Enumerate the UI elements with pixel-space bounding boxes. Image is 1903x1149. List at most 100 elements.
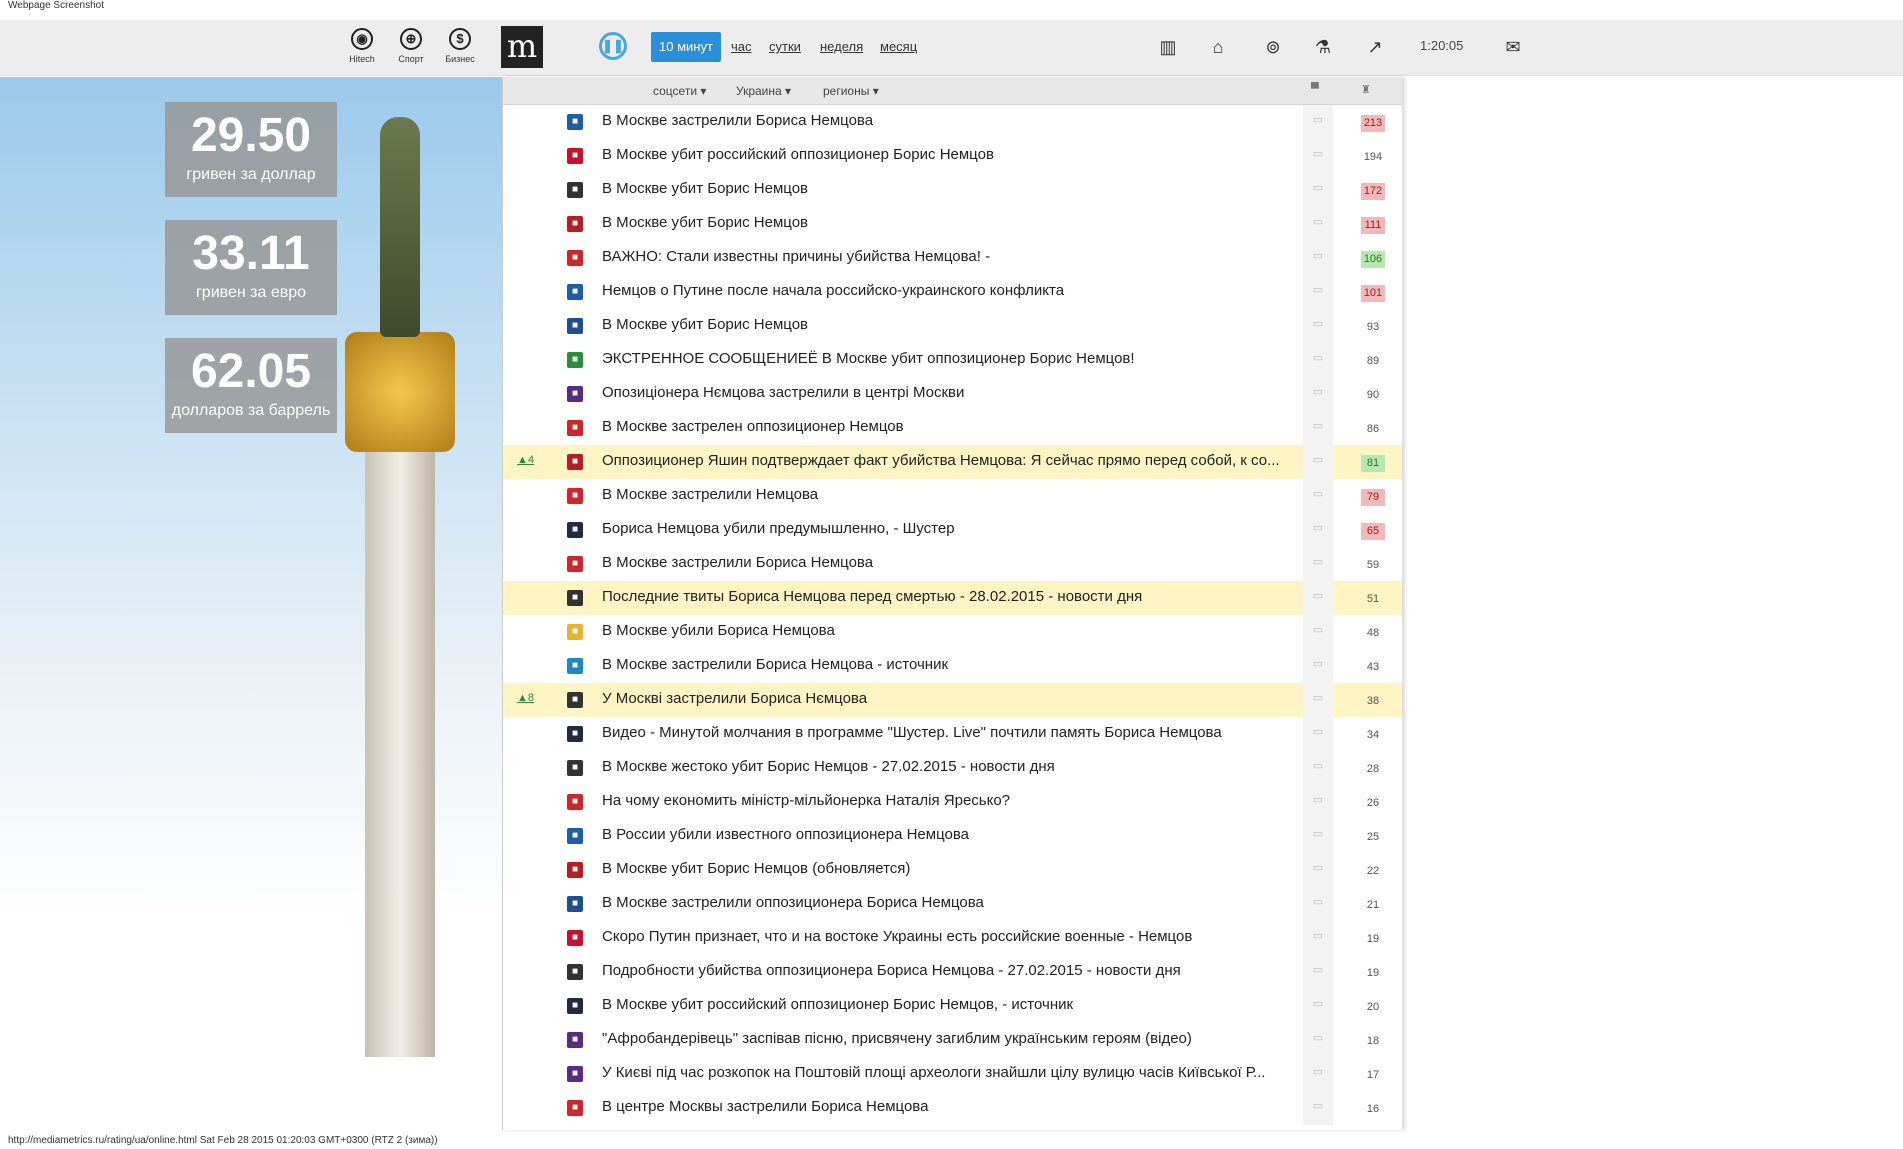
period-month[interactable]: месяц [880, 32, 917, 62]
period-10min[interactable]: 10 минут [651, 32, 721, 62]
news-title-link[interactable]: В Москве застрелен оппозиционер Немцов [602, 418, 1292, 435]
news-title-link[interactable]: ЭКСТРЕННОЕ СООБЩЕНИЕЁ В Москве убит оппо… [602, 350, 1292, 367]
news-title-link[interactable]: У Москві застрелили Бориса Нємцова [602, 690, 1292, 707]
comment-icon[interactable]: ▭ [1303, 989, 1333, 1023]
comment-icon[interactable]: ▭ [1303, 411, 1333, 445]
trend-chart-icon[interactable]: ↗ [1362, 34, 1388, 60]
news-title-link[interactable]: В Москве убит Борис Немцов (обновляется) [602, 860, 1292, 877]
comment-icon[interactable]: ▭ [1303, 241, 1333, 275]
comment-icon[interactable]: ▭ [1303, 1091, 1333, 1125]
news-row[interactable]: ■ Немцов о Путине после начала российско-… [503, 275, 1402, 309]
news-row[interactable]: ■ Опозиціонера Нємцова застрелили в центр… [503, 377, 1402, 411]
filter-socials[interactable]: соцсети ▾ [653, 84, 706, 98]
news-row[interactable]: ■ В центре Москвы застрелили Бориса Немцо… [503, 1091, 1402, 1125]
news-row[interactable]: ■ У Києві під час розкопок на Поштовій пл… [503, 1057, 1402, 1091]
comment-icon[interactable]: ▭ [1303, 513, 1333, 547]
news-row[interactable]: ■ В Москве застрелили оппозиционера Борис… [503, 887, 1402, 921]
news-title-link[interactable]: "Афробандерівець" заспівав пісню, присвя… [602, 1030, 1292, 1047]
rank-change[interactable]: ▲8 [517, 692, 534, 704]
news-title-link[interactable]: На чому економить міністр-мільйонерка На… [602, 792, 1292, 809]
news-row[interactable]: ■ Видео - Минутой молчания в программе "Ш… [503, 717, 1402, 751]
pause-button[interactable]: ❚❚ [599, 32, 627, 60]
news-row[interactable]: ■ В Москве убит российский оппозиционер Б… [503, 989, 1402, 1023]
comment-icon[interactable]: ▭ [1303, 683, 1333, 717]
comment-icon[interactable]: ▭ [1303, 445, 1333, 479]
comment-icon[interactable]: ▭ [1303, 377, 1333, 411]
site-logo[interactable]: m [501, 26, 543, 68]
comment-icon[interactable]: ▭ [1303, 547, 1333, 581]
comment-icon[interactable]: ▭ [1303, 887, 1333, 921]
news-title-link[interactable]: В Москве убит российский оппозиционер Бо… [602, 146, 1292, 163]
comment-icon[interactable]: ▭ [1303, 819, 1333, 853]
category-hitech[interactable]: ◉ Hitech [342, 28, 382, 64]
filter-ukraine[interactable]: Украина ▾ [736, 84, 791, 98]
news-title-link[interactable]: В Москве убит Борис Немцов [602, 214, 1292, 231]
news-title-link[interactable]: ВАЖНО: Стали известны причины убийства Н… [602, 248, 1292, 265]
comment-icon[interactable]: ▭ [1303, 139, 1333, 173]
news-title-link[interactable]: Подробности убийства оппозиционера Борис… [602, 962, 1292, 979]
news-row[interactable]: ■ В Москве застрелили Немцова ▭ 79 [503, 479, 1402, 513]
comment-icon[interactable]: ▭ [1303, 955, 1333, 989]
comment-icon[interactable]: ▭ [1303, 479, 1333, 513]
news-row[interactable]: ■ В России убили известного оппозиционера… [503, 819, 1402, 853]
news-row[interactable]: ■ Бориса Немцова убили предумышленно, - Ш… [503, 513, 1402, 547]
news-title-link[interactable]: Последние твиты Бориса Немцова перед сме… [602, 588, 1292, 605]
comment-icon[interactable]: ▭ [1303, 207, 1333, 241]
news-row[interactable]: ▲4 ■ Оппозиционер Яшин подтверждает факт у… [503, 445, 1402, 479]
news-row[interactable]: ■ ЭКСТРЕННОЕ СООБЩЕНИЕЁ В Москве убит опп… [503, 343, 1402, 377]
news-row[interactable]: ■ В Москве убит Борис Немцов (обновляется… [503, 853, 1402, 887]
news-row[interactable]: ■ В Москве убили Бориса Немцова ▭ 48 [503, 615, 1402, 649]
news-row[interactable]: ■ Последние твиты Бориса Немцова перед см… [503, 581, 1402, 615]
bicycle-icon[interactable]: ⊚ [1260, 34, 1286, 60]
comment-icon[interactable]: ▭ [1303, 717, 1333, 751]
comment-icon[interactable]: ▭ [1303, 785, 1333, 819]
news-title-link[interactable]: В Москве застрелили оппозиционера Бориса… [602, 894, 1292, 911]
comment-icon[interactable]: ▭ [1303, 751, 1333, 785]
comment-icon[interactable]: ▭ [1303, 1023, 1333, 1057]
columns-icon[interactable]: ▥ [1155, 34, 1181, 60]
news-title-link[interactable]: В Москве убит Борис Немцов [602, 316, 1292, 333]
mail-icon[interactable]: ✉ [1500, 34, 1526, 60]
news-row[interactable]: ■ На чому економить міністр-мільйонерка Н… [503, 785, 1402, 819]
comment-icon[interactable]: ▭ [1303, 173, 1333, 207]
news-row[interactable]: ■ Скоро Путин признает, что и на востоке … [503, 921, 1402, 955]
news-row[interactable]: ■ В Москве застрелили Бориса Немцова ▭ 59 [503, 547, 1402, 581]
period-hour[interactable]: час [731, 32, 752, 62]
news-row[interactable]: ■ В Москве убит Борис Немцов ▭ 172 [503, 173, 1402, 207]
news-row[interactable]: ■ В Москве застрелен оппозиционер Немцов ▭… [503, 411, 1402, 445]
comment-icon[interactable]: ▭ [1303, 105, 1333, 139]
factory-icon[interactable]: ⌂ [1205, 34, 1231, 60]
category-business[interactable]: $ Бизнес [440, 28, 480, 64]
news-title-link[interactable]: В Москве жестоко убит Борис Немцов - 27.… [602, 758, 1292, 775]
news-title-link[interactable]: У Києві під час розкопок на Поштовій пло… [602, 1064, 1292, 1081]
news-title-link[interactable]: В Москве застрелили Бориса Немцова - ист… [602, 656, 1292, 673]
news-title-link[interactable]: В России убили известного оппозиционера … [602, 826, 1292, 843]
comment-icon[interactable]: ▭ [1303, 649, 1333, 683]
news-title-link[interactable]: В Москве убит российский оппозиционер Бо… [602, 996, 1292, 1013]
comment-icon[interactable]: ▭ [1303, 921, 1333, 955]
news-title-link[interactable]: В центре Москвы застрелили Бориса Немцов… [602, 1098, 1292, 1115]
flask-icon[interactable]: ⚗ [1310, 34, 1336, 60]
news-title-link[interactable]: Скоро Путин признает, что и на востоке У… [602, 928, 1292, 945]
news-row[interactable]: ■ В Москве убит Борис Немцов ▭ 111 [503, 207, 1402, 241]
news-row[interactable]: ■ В Москве застрелили Бориса Немцова ▭ 213 [503, 105, 1402, 139]
news-row[interactable]: ■ "Афробандерівець" заспівав пісню, присв… [503, 1023, 1402, 1057]
news-title-link[interactable]: Бориса Немцова убили предумышленно, - Шу… [602, 520, 1292, 537]
news-row[interactable]: ■ В Москве убит российский оппозиционер Б… [503, 139, 1402, 173]
news-row[interactable]: ■ ВАЖНО: Стали известны причины убийства … [503, 241, 1402, 275]
filter-regions[interactable]: регионы ▾ [823, 84, 879, 98]
comment-icon[interactable]: ▭ [1303, 615, 1333, 649]
comment-icon[interactable]: ▭ [1303, 343, 1333, 377]
comment-icon[interactable]: ▭ [1303, 853, 1333, 887]
news-row[interactable]: ■ В Москве застрелили Бориса Немцова - ис… [503, 649, 1402, 683]
category-sport[interactable]: ⊕ Спорт [391, 28, 431, 64]
news-title-link[interactable]: Опозиціонера Нємцова застрелили в центрі… [602, 384, 1292, 401]
rank-change[interactable]: ▲4 [517, 454, 534, 466]
news-title-link[interactable]: В Москве застрелили Бориса Немцова [602, 112, 1292, 129]
period-week[interactable]: неделя [820, 32, 863, 62]
period-day[interactable]: сутки [769, 32, 801, 62]
news-row[interactable]: ▲8 ■ У Москві застрелили Бориса Нємцова ▭ 38 [503, 683, 1402, 717]
news-row[interactable]: ■ Подробности убийства оппозиционера Бори… [503, 955, 1402, 989]
news-title-link[interactable]: В Москве застрелили Бориса Немцова [602, 554, 1292, 571]
comment-icon[interactable]: ▭ [1303, 581, 1333, 615]
